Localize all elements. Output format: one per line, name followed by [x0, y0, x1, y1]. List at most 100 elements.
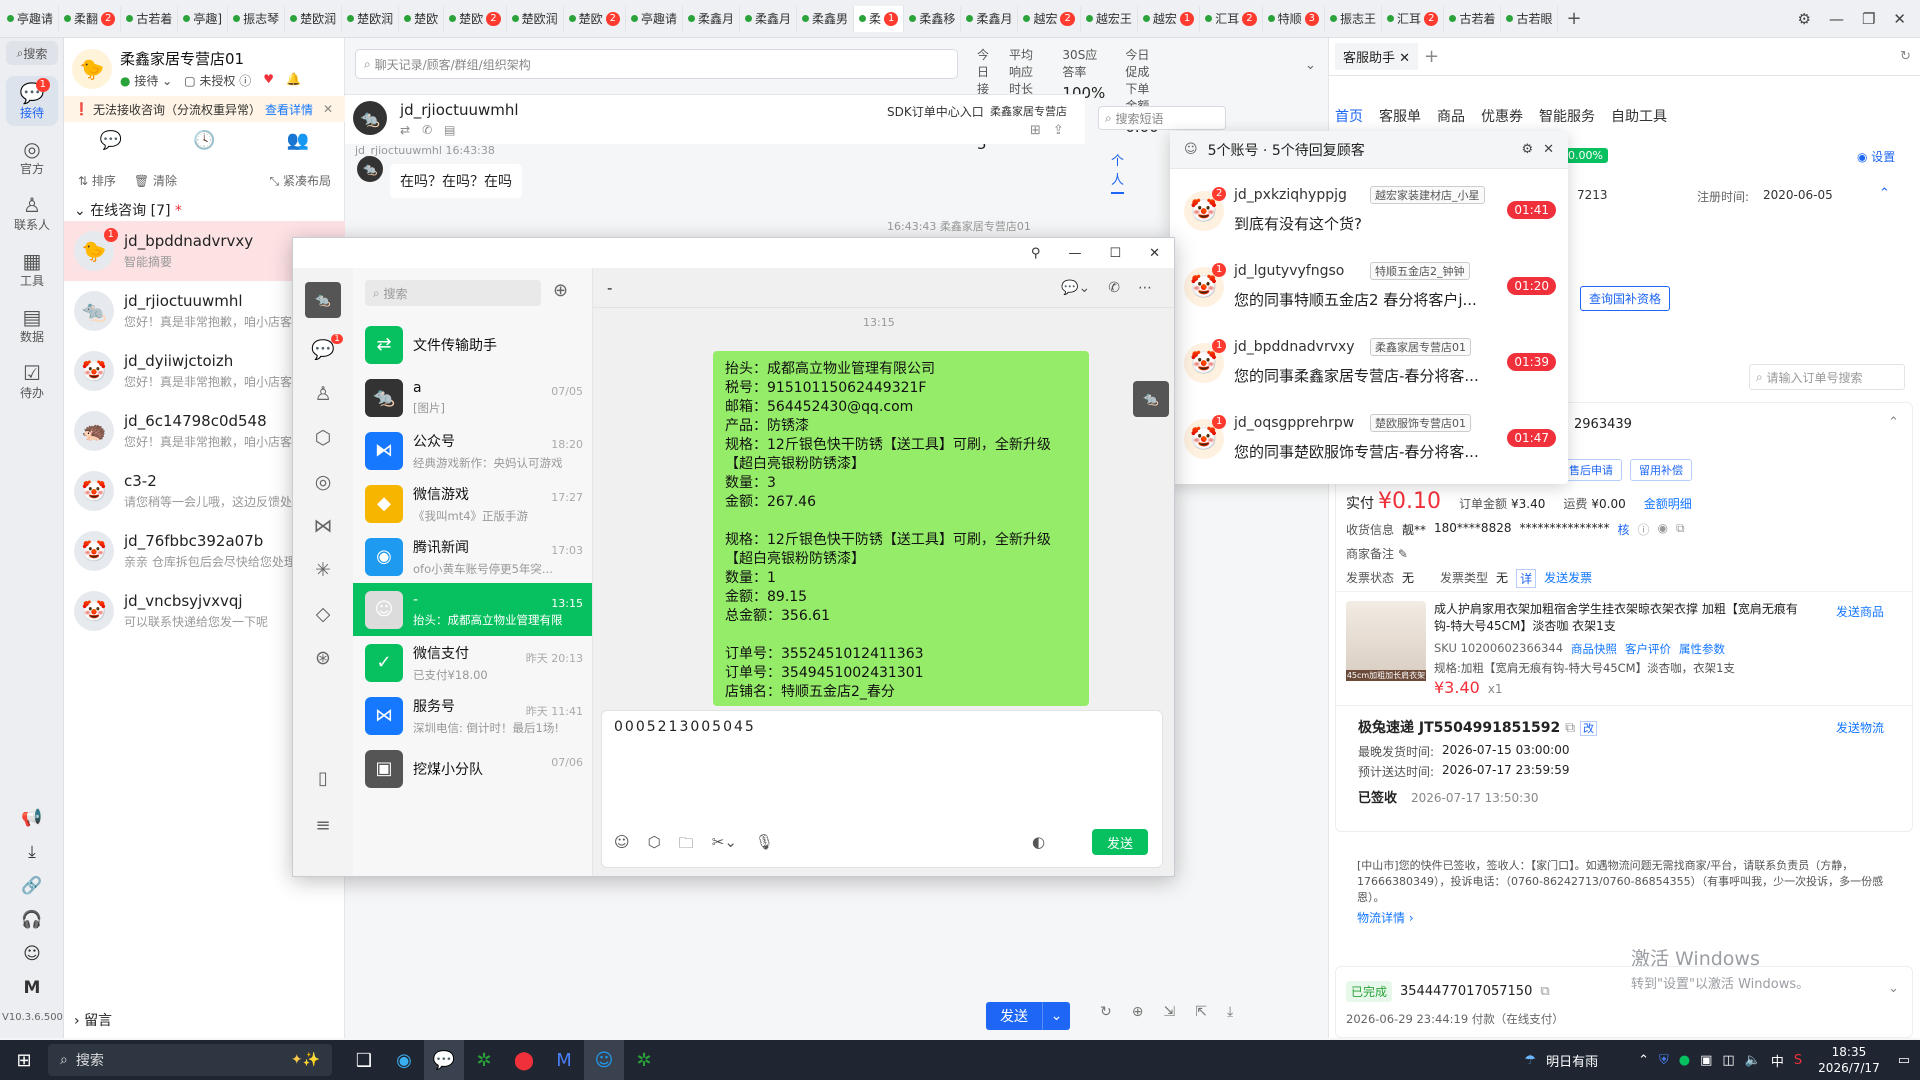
import-icon[interactable]: ⇲ [1163, 1004, 1175, 1020]
wx-maximize-icon[interactable]: ☐ [1109, 246, 1121, 261]
send-button[interactable]: 发送 [986, 1002, 1042, 1030]
window-tab[interactable]: 古若着 [121, 5, 179, 32]
quick-reply-tab[interactable]: 个人 [1111, 150, 1125, 194]
close-warning-icon[interactable]: ✕ [323, 102, 333, 116]
window-tab[interactable]: 特顺 3 [1263, 5, 1326, 32]
change-ship-button[interactable]: 改 [1580, 721, 1598, 736]
window-tab[interactable]: 柔翻 2 [59, 5, 122, 32]
wx-favorites-icon[interactable]: ⬡ [315, 427, 332, 449]
wechat-taskbar-icon[interactable]: 💬 [424, 1040, 464, 1080]
weather-label[interactable]: 明日有雨 [1546, 1051, 1598, 1070]
add-assistant-tab-icon[interactable]: + [1424, 46, 1439, 67]
collapse-icon[interactable]: ⌃ [1879, 186, 1890, 201]
wx-chat-item[interactable]: ◆ 微信游戏 《我叫mt4》正版手游 17:27 [353, 477, 592, 530]
wx-chat-item[interactable]: ⧑ 公众号 经典游戏新作：央妈认可游戏... 18:20 [353, 424, 592, 477]
rail-item-data[interactable]: ▤ 数据 [6, 300, 58, 350]
stats-expand-icon[interactable]: ⌄ [1305, 58, 1316, 73]
add-circle-icon[interactable]: ⊕ [1132, 1004, 1144, 1020]
global-search[interactable]: ⌕ 聊天记录/顾客/群组/组织架构 [355, 49, 958, 79]
taskbar-search[interactable]: ⌕ 搜索 ✦✨ [48, 1044, 332, 1076]
tray-wechat-icon[interactable]: ● [1679, 1053, 1690, 1068]
order-search[interactable]: ⌕ 请输入订单号搜索 [1749, 364, 1905, 390]
window-tab[interactable]: 汇耳 2 [1200, 5, 1263, 32]
wx-chats-icon[interactable]: 💬 1 [311, 334, 343, 361]
window-tab[interactable]: 越宏 2 [1018, 5, 1081, 32]
rail-item-todo[interactable]: ☑ 待办 [6, 356, 58, 406]
restore-icon[interactable]: ❐ [1862, 10, 1875, 28]
app-red-icon[interactable]: ⬤ [504, 1040, 544, 1080]
verify-icon[interactable]: 核 [1617, 521, 1629, 538]
clear-button[interactable]: 🗑 清除 [134, 172, 177, 189]
download-small-icon[interactable]: ⤓ [1227, 1004, 1233, 1020]
group-tab-icon[interactable]: 👥 [287, 130, 309, 151]
headset-icon[interactable]: 🎧 [21, 910, 42, 930]
rail-item-reception[interactable]: 💬 接待 1 [6, 76, 58, 126]
wx-minimize-icon[interactable]: — [1068, 246, 1081, 261]
send-logistics-link[interactable]: 发送物流 [1836, 719, 1884, 736]
assistant-nav-tab[interactable]: 客服单 [1379, 106, 1421, 126]
assistant-nav-tab[interactable]: 智能服务 [1539, 106, 1595, 126]
query-subsidy-button[interactable]: 查询国补资格 [1580, 286, 1671, 311]
customer-avatar[interactable]: 🐀 [353, 101, 387, 135]
wx-user-avatar[interactable]: 🐀 [305, 282, 341, 318]
logistics-detail-link[interactable]: 物流详情 › [1357, 909, 1414, 926]
sdk-order-link[interactable]: SDK订单中心入口 [887, 103, 984, 120]
send-invoice-link[interactable]: 发送发票 [1544, 569, 1592, 588]
app-chat-icon[interactable]: ☺ [584, 1040, 624, 1080]
pin-icon[interactable]: ⚲ [1031, 246, 1041, 261]
pending-customer-item[interactable]: 🤡 1 jd_lgutyvyfngso 特顺五金店2_钟钟 您的同事特顺五金店2 春分将… [1170, 251, 1568, 327]
tray-wifi-icon[interactable]: ◫ [1722, 1053, 1734, 1068]
minimize-icon[interactable]: — [1829, 10, 1844, 28]
history-tab-icon[interactable]: 🕓 [193, 130, 215, 151]
window-tab[interactable]: 柔鑫月 [961, 5, 1019, 32]
order-collapse-icon[interactable]: ⌃ [1888, 415, 1899, 430]
pending-customer-item[interactable]: 🤡 1 jd_bpddnadvrvxy 柔鑫家居专营店01 您的同事柔鑫家居专营店-春分… [1170, 327, 1568, 403]
wx-chat-item[interactable]: 🐀 a [图片] 07/05 [353, 371, 592, 424]
window-tab[interactable]: 越宏王 [1081, 5, 1138, 32]
refresh-panel-icon[interactable]: ↻ [1900, 49, 1911, 64]
download-icon[interactable]: ⤓ [28, 842, 36, 862]
wx-input-area[interactable]: 0005213005045 ☺ ⬡ 🗀 ✂⌄ 🎙 ◐ 发送 [601, 710, 1163, 868]
task-view-icon[interactable]: ❑ [344, 1040, 384, 1080]
snapshot-link[interactable]: 商品快照 [1571, 641, 1617, 657]
link-icon[interactable]: 🔗 [21, 876, 42, 896]
order2-expand-icon[interactable]: ⌄ [1888, 981, 1899, 996]
window-tab[interactable]: 亭趣请 [626, 5, 683, 32]
edit-remark-icon[interactable]: ✎ [1398, 547, 1408, 561]
window-tab[interactable]: 柔鑫移 [904, 5, 962, 32]
wx-add-icon[interactable]: ⊕ [553, 280, 568, 301]
close-icon[interactable]: ✕ [1893, 10, 1906, 28]
app-star2-icon[interactable]: ✲ [624, 1040, 664, 1080]
wx-chat-item[interactable]: ✓ 微信支付 已支付¥18.00 昨天 20:13 [353, 636, 592, 689]
window-tab[interactable]: 越宏 1 [1138, 5, 1201, 32]
wx-contacts-icon[interactable]: ♙ [314, 383, 331, 405]
export-icon[interactable]: ⇱ [1195, 1004, 1207, 1020]
wx-voice-icon[interactable]: ◐ [1032, 833, 1045, 851]
popup-close-icon[interactable]: ✕ [1543, 142, 1554, 157]
window-tab[interactable]: 柔鑫月 [683, 5, 740, 32]
windows-start-icon[interactable]: ⊞ [0, 1040, 48, 1080]
wx-moments-icon[interactable]: ◎ [315, 471, 332, 493]
phone-icon[interactable]: ✆ [422, 123, 432, 137]
wx-folder-icon[interactable]: 🗀 [679, 833, 694, 858]
status-dropdown[interactable]: ● 接待 ⌄ [120, 72, 172, 89]
settings-link[interactable]: ◉ 设置 [1857, 148, 1895, 165]
attr-link[interactable]: 属性参数 [1679, 641, 1725, 657]
rail-item-tools[interactable]: ▦ 工具 [6, 244, 58, 294]
wx-close-icon[interactable]: ✕ [1149, 246, 1160, 261]
megaphone-icon[interactable]: 📢 [21, 808, 42, 828]
wx-chat-options-icon[interactable]: 💬⌄ [1061, 280, 1090, 296]
window-tab[interactable]: 振志王 [1325, 5, 1383, 32]
pending-customer-item[interactable]: 🤡 1 jd_oqsgpprehrpw 楚欧服饰专营店01 您的同事楚欧服饰专营店-春分… [1170, 403, 1568, 479]
wx-send-button[interactable]: 发送 [1092, 829, 1148, 855]
wx-chat-item[interactable]: ⇄ 文件传输助手 [353, 318, 592, 371]
window-tab[interactable]: 亭趣请 [2, 5, 60, 32]
wx-channels-icon[interactable]: ⋈ [314, 515, 333, 537]
copy-icon[interactable]: ⧉ [1676, 521, 1685, 538]
help-icon[interactable]: ⓘ [1638, 521, 1650, 538]
edge-icon[interactable]: ◉ [384, 1040, 424, 1080]
bot-icon[interactable]: ☺ [23, 944, 41, 964]
window-tab[interactable]: 楚欧 [399, 5, 445, 32]
refresh-icon[interactable]: ↻ [1100, 1004, 1112, 1020]
ime-indicator[interactable]: 中 [1771, 1051, 1784, 1070]
